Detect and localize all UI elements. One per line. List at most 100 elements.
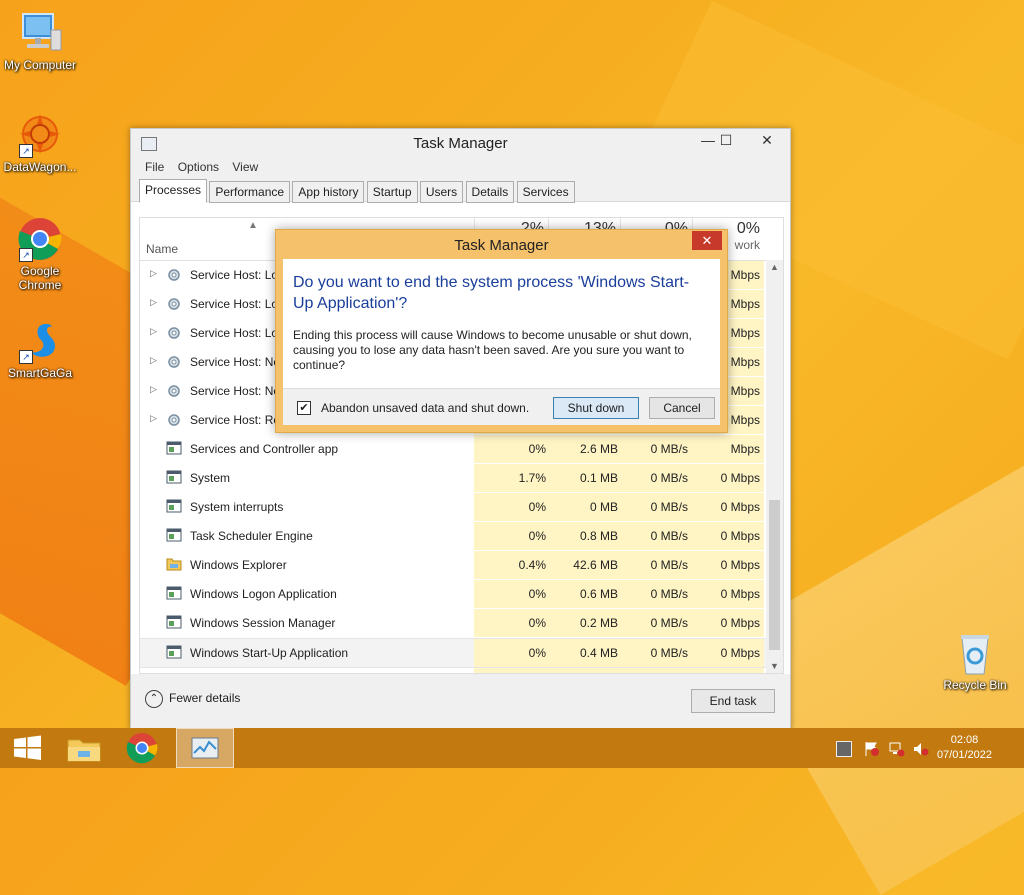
table-row[interactable]: Windows Start-Up Application 0% 0.4 MB 0 MB… [140, 638, 783, 668]
table-row[interactable]: Windows Logon Application 0% 0.6 MB 0 MB/s 0… [140, 580, 783, 609]
dialog-close-button[interactable]: ✕ [692, 231, 722, 250]
process-name: Service Host: Lo [190, 297, 279, 311]
column-header-name[interactable]: Name [146, 242, 178, 256]
cpu-cell: 0% [474, 580, 550, 608]
menu-view[interactable]: View [232, 157, 258, 177]
network-icon[interactable] [889, 741, 905, 757]
gear-icon [166, 296, 182, 310]
window-icon [166, 499, 182, 513]
shut-down-button[interactable]: Shut down [553, 397, 639, 419]
menu-options[interactable]: Options [178, 157, 219, 177]
process-name: System interrupts [190, 500, 284, 514]
process-name: Service Host: Lo [190, 326, 279, 340]
taskbar-chrome[interactable] [114, 728, 170, 768]
title-bar[interactable]: Task Manager — ☐ ✕ [131, 129, 790, 157]
tab-startup[interactable]: Startup [366, 181, 418, 203]
expand-icon[interactable]: ▷ [150, 413, 157, 424]
taskbar-file-explorer[interactable] [56, 728, 112, 768]
table-row[interactable]: Windows Explorer 0.4% 42.6 MB 0 MB/s 0 Mbps [140, 551, 783, 580]
vertical-scrollbar[interactable]: ▲ ▼ [766, 260, 783, 673]
chevron-up-icon: ⌃ [145, 690, 163, 708]
taskbar: 02:08 07/01/2022 [0, 728, 1024, 768]
chrome-icon [126, 733, 158, 764]
table-row[interactable]: Services and Controller app 0% 2.6 MB 0 MB/… [140, 435, 783, 464]
end-task-button[interactable]: End task [691, 689, 775, 713]
tab-details[interactable]: Details [465, 181, 515, 203]
expand-icon[interactable]: ▷ [150, 326, 157, 337]
disk-cell: 0 MB/s [622, 522, 692, 550]
cancel-button[interactable]: Cancel [649, 397, 715, 419]
expand-icon[interactable]: ▷ [150, 297, 157, 308]
volume-muted-icon[interactable] [913, 741, 929, 756]
shortcut-arrow-icon: ↗ [19, 350, 33, 364]
process-name: Service Host: Re [190, 413, 281, 427]
desktop-icon-label: Google Chrome [18, 264, 62, 292]
disk-cell: 0 MB/s [622, 551, 692, 579]
tab-performance[interactable]: Performance [209, 181, 291, 203]
tab-services[interactable]: Services [516, 181, 575, 203]
cpu-cell: 0% [474, 639, 550, 667]
memory-cell: 2.6 MB [550, 435, 622, 463]
dialog-body: Do you want to end the system process 'W… [283, 259, 720, 425]
window-icon [166, 645, 182, 659]
tray-action-center-icon[interactable] [836, 741, 852, 757]
recycle-bin-icon [952, 630, 998, 676]
network-cell: 0 Mbps [692, 639, 764, 667]
dialog-footer: ✔ Abandon unsaved data and shut down. Sh… [283, 388, 720, 425]
taskbar-task-manager[interactable] [176, 728, 234, 768]
disk-cell: 0 MB/s [622, 639, 692, 667]
fewer-details-button[interactable]: ⌃ Fewer details [145, 690, 240, 708]
expand-icon[interactable]: ▷ [150, 355, 157, 366]
windows-logo-icon [14, 735, 41, 760]
tab-processes[interactable]: Processes [139, 179, 208, 203]
memory-cell: 0.2 MB [550, 609, 622, 637]
network-cell: Mbps [692, 435, 764, 463]
start-button[interactable] [0, 728, 56, 768]
cpu-cell: 1.7% [474, 464, 550, 492]
expand-icon[interactable]: ▷ [150, 268, 157, 279]
table-row[interactable]: System 1.7% 0.1 MB 0 MB/s 0 Mbps [140, 464, 783, 493]
dialog-question: Do you want to end the system process 'W… [293, 274, 690, 312]
menu-bar: File Options View [131, 157, 790, 177]
scroll-down-icon[interactable]: ▼ [766, 661, 783, 671]
window-icon [166, 441, 182, 455]
cpu-cell: 0.4% [474, 551, 550, 579]
table-row[interactable]: Task Scheduler Engine 0% 0.8 MB 0 MB/s 0 Mbp… [140, 522, 783, 551]
table-row[interactable]: Windows Session Manager 0% 0.2 MB 0 MB/s 0 M… [140, 609, 783, 638]
maximize-button[interactable]: ☐ [711, 129, 741, 151]
process-name: Service Host: Ne [190, 384, 281, 398]
window-icon [166, 470, 182, 484]
network-cell: 0 Mbps [692, 464, 764, 492]
abandon-data-label[interactable]: Abandon unsaved data and shut down. [321, 401, 529, 415]
scroll-up-icon[interactable]: ▲ [766, 262, 783, 272]
abandon-data-checkbox[interactable]: ✔ [297, 401, 311, 415]
cpu-cell: 0% [474, 609, 550, 637]
desktop-icon-datawagon[interactable]: ↗ DataWagon... [0, 112, 80, 174]
network-cell: 0 Mbps [692, 551, 764, 579]
process-name: System [190, 471, 231, 485]
desktop-icon-recycle-bin[interactable]: Recycle Bin [935, 630, 1015, 692]
process-name: Services and Controller app [190, 442, 339, 456]
window-icon [166, 528, 182, 542]
close-button[interactable]: ✕ [747, 129, 787, 151]
window-icon [166, 586, 182, 600]
tab-app-history[interactable]: App history [292, 181, 365, 203]
clock-time: 02:08 [950, 734, 979, 746]
flag-error-icon[interactable] [864, 741, 879, 756]
cpu-cell: 0% [474, 522, 550, 550]
datawagon-icon: ↗ [17, 112, 63, 158]
process-name: Task Scheduler Engine [190, 529, 313, 543]
cpu-cell: 0% [474, 493, 550, 521]
scroll-thumb[interactable] [769, 500, 780, 650]
desktop-icon-google-chrome[interactable]: ↗ Google Chrome [0, 216, 80, 292]
expand-icon[interactable]: ▷ [150, 384, 157, 395]
desktop-icon-my-computer[interactable]: My Computer [0, 10, 80, 72]
table-row[interactable]: System interrupts 0% 0 MB 0 MB/s 0 Mbps [140, 493, 783, 522]
desktop-icon-smartgaga[interactable]: ↗ SmartGaGa [0, 318, 80, 380]
taskbar-clock[interactable]: 02:08 07/01/2022 [937, 733, 992, 763]
process-name: Windows Explorer [190, 558, 287, 572]
window-footer: ⌃ Fewer details End task [131, 674, 790, 729]
tab-users[interactable]: Users [419, 181, 464, 203]
memory-cell: 0.1 MB [550, 464, 622, 492]
menu-file[interactable]: File [145, 157, 164, 177]
